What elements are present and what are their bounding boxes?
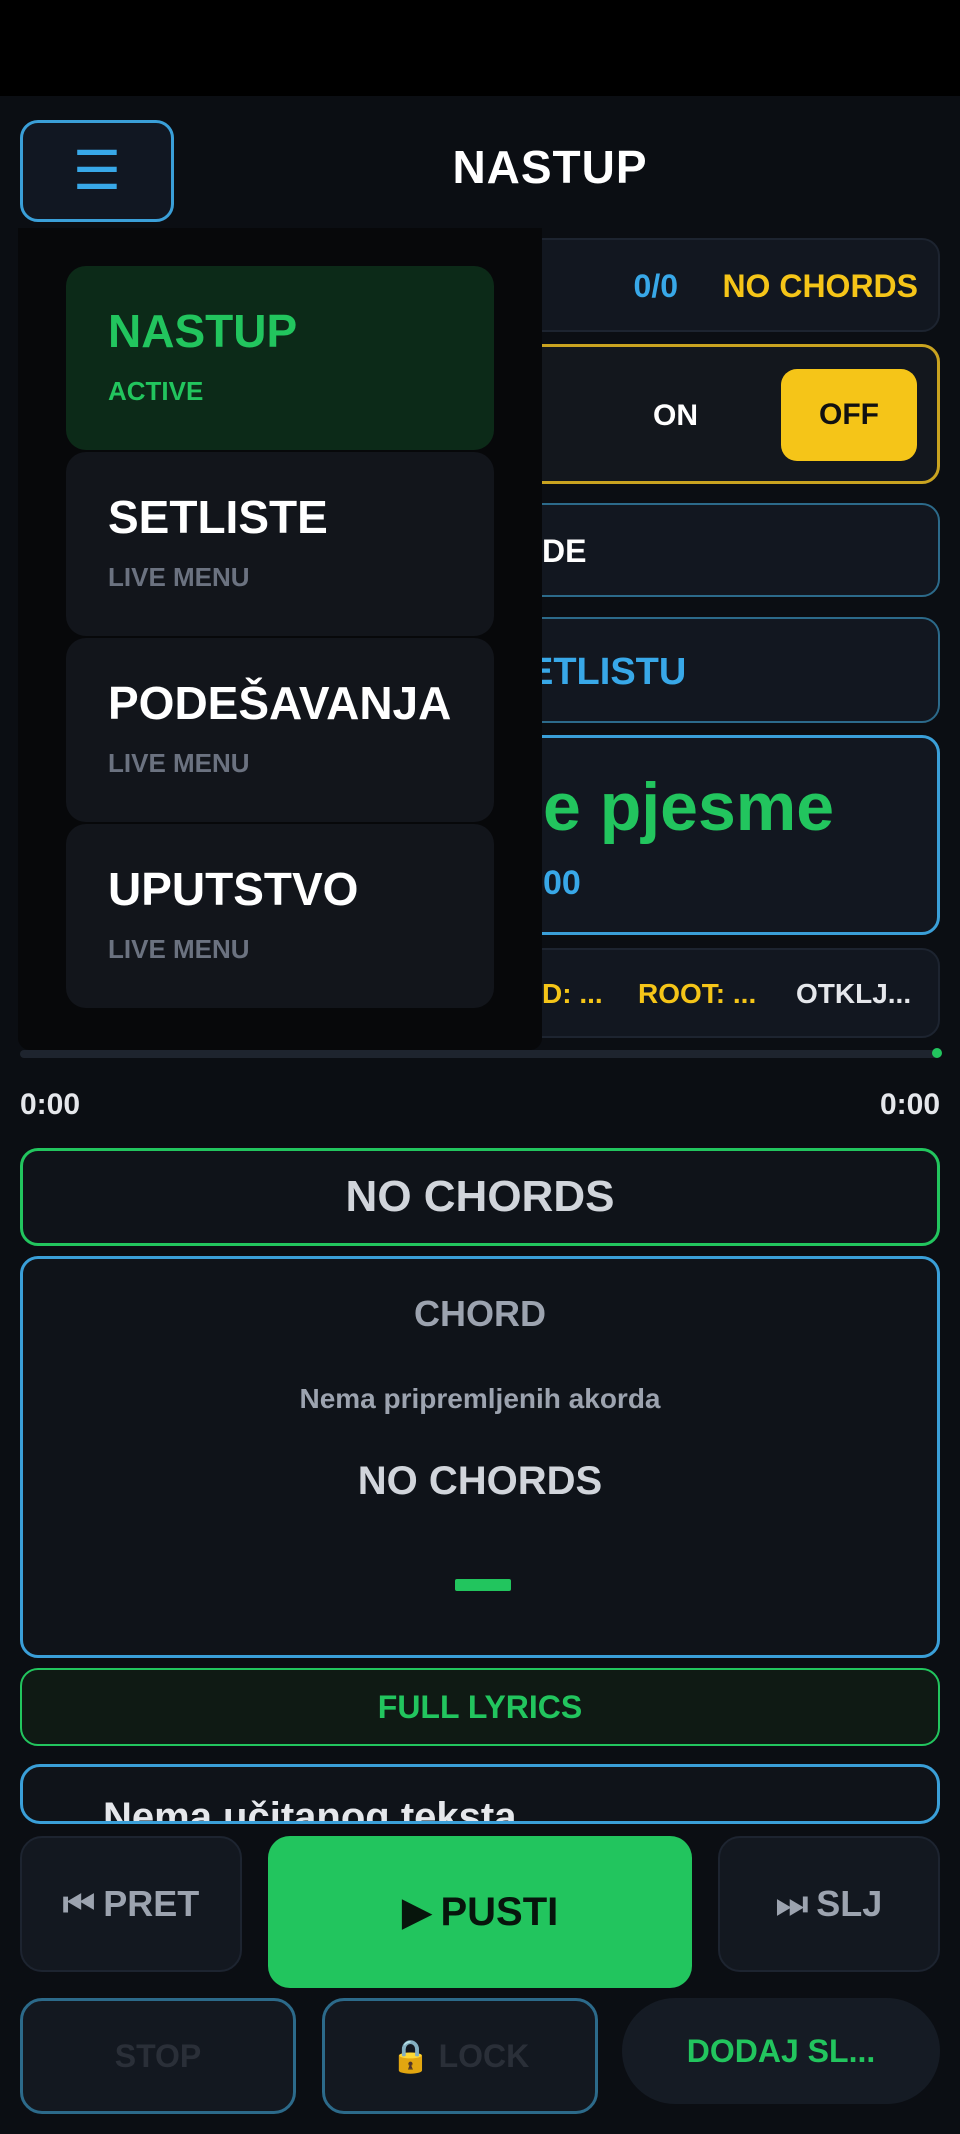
drawer-item-title: UPUTSTVO: [108, 863, 359, 915]
chord-panel-label: CHORD: [414, 1293, 546, 1334]
toggle-on-button[interactable]: ON: [653, 399, 698, 433]
drawer-item-subtitle: LIVE MENU: [108, 934, 250, 964]
drawer-item-nastup[interactable]: NASTUP ACTIVE: [66, 266, 494, 450]
lyrics-preview[interactable]: Nema učitanog teksta: [20, 1764, 940, 1824]
chords-status: NO CHORDS: [722, 268, 918, 304]
play-button[interactable]: ▶ PUSTI: [268, 1836, 692, 1988]
drawer-item-subtitle: ACTIVE: [108, 376, 204, 406]
lock-icon: 🔒: [390, 2038, 431, 2074]
lock-button[interactable]: 🔒 LOCK: [322, 1998, 598, 2114]
stop-button[interactable]: STOP: [20, 1998, 296, 2114]
drawer-item-title: NASTUP: [108, 305, 298, 357]
current-time: 0:00: [20, 1088, 81, 1121]
play-icon: ▶: [401, 1890, 433, 1934]
add-song-button[interactable]: DODAJ SL...: [622, 1998, 940, 2104]
info-key: D: ...: [542, 978, 603, 1009]
drawer-item-title: PODEŠAVANJA: [108, 677, 452, 729]
drawer-item-subtitle: LIVE MENU: [108, 562, 250, 592]
drawer-item-subtitle: LIVE MENU: [108, 748, 250, 778]
chord-panel: CHORD Nema pripremljenih akorda NO CHORD…: [20, 1256, 940, 1658]
next-button[interactable]: ⏭ SLJ: [718, 1836, 940, 1972]
drawer-item-setliste[interactable]: SETLISTE LIVE MENU: [66, 452, 494, 636]
skip-forward-icon: ⏭: [775, 1882, 809, 1924]
lock-label: LOCK: [438, 2037, 530, 2074]
drawer-item-title: SETLISTE: [108, 491, 328, 543]
song-title: e pjesme: [543, 769, 835, 845]
prev-label: PRET: [103, 1883, 200, 1924]
mode-label: DE: [542, 533, 587, 569]
chord-panel-message: Nema pripremljenih akorda: [299, 1383, 661, 1414]
play-label: PUSTI: [440, 1889, 559, 1934]
info-unlock: OTKLJ...: [796, 978, 912, 1009]
toggle-off-button[interactable]: OFF: [781, 369, 917, 461]
setlist-label: ETLISTU: [528, 651, 687, 693]
progress-handle[interactable]: [932, 1048, 942, 1058]
playback-progress[interactable]: [20, 1048, 942, 1058]
prev-button[interactable]: ⏮ PRET: [20, 1836, 242, 1972]
next-label: SLJ: [816, 1883, 883, 1924]
song-count: 0/0: [633, 268, 678, 304]
lyrics-preview-text: Nema učitanog teksta: [103, 1795, 517, 1824]
chord-panel-current: NO CHORDS: [357, 1459, 603, 1503]
chords-bar: NO CHORDS: [20, 1148, 940, 1246]
total-time: 0:00: [879, 1088, 940, 1121]
drawer-item-podesavanja[interactable]: PODEŠAVANJA LIVE MENU: [66, 638, 494, 822]
chord-indicator: [455, 1579, 511, 1591]
skip-back-icon: ⏮: [62, 1882, 96, 1924]
info-root: ROOT: ...: [638, 978, 757, 1009]
song-duration: 00: [543, 864, 581, 902]
page-title: NASTUP: [452, 141, 648, 193]
navigation-drawer: NASTUP ACTIVE SETLISTE LIVE MENU PODEŠAV…: [18, 228, 542, 1050]
system-status-bar: [0, 0, 960, 96]
full-lyrics-button[interactable]: FULL LYRICS: [20, 1668, 940, 1746]
drawer-item-uputstvo[interactable]: UPUTSTVO LIVE MENU: [66, 824, 494, 1008]
